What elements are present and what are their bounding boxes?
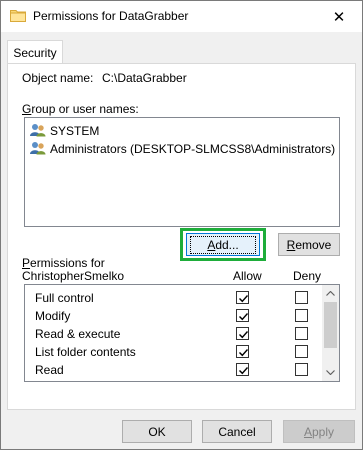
permission-name: Read & execute xyxy=(35,327,121,341)
object-name-label: Object name: xyxy=(22,71,94,85)
window-title: Permissions for DataGrabber xyxy=(33,9,189,23)
add-button-label: Add... xyxy=(190,235,256,254)
group-name: Administrators (DESKTOP-SLMCSS8\Administ… xyxy=(50,142,336,156)
permissions-label-line2: ChristopherSmelko xyxy=(22,269,125,283)
deny-checkbox[interactable] xyxy=(295,291,308,304)
permission-row: Full control xyxy=(25,289,323,307)
allow-checkbox[interactable] xyxy=(236,309,249,322)
permission-name: Modify xyxy=(35,309,71,323)
allow-checkbox[interactable] xyxy=(236,345,249,358)
deny-checkbox[interactable] xyxy=(295,309,308,322)
permissions-label-line1: Permissions for xyxy=(22,256,105,270)
permissions-list[interactable]: Full control Modify Read & execute List fol… xyxy=(24,284,340,382)
close-icon: ✕ xyxy=(332,8,346,26)
list-item[interactable]: SYSTEM xyxy=(29,122,99,140)
deny-checkbox[interactable] xyxy=(295,363,308,376)
allow-checkbox[interactable] xyxy=(236,291,249,304)
group-name: SYSTEM xyxy=(50,124,100,138)
scroll-up-icon[interactable] xyxy=(322,285,339,302)
title-bar: Permissions for DataGrabber ✕ xyxy=(1,1,362,32)
allow-checkbox[interactable] xyxy=(236,327,249,340)
apply-button-label: Apply xyxy=(303,424,335,439)
permission-row: Read xyxy=(25,361,323,379)
add-button[interactable]: Add... xyxy=(186,233,260,256)
close-button[interactable]: ✕ xyxy=(316,1,362,32)
deny-checkbox[interactable] xyxy=(295,381,308,382)
users-icon xyxy=(29,123,50,140)
apply-button[interactable]: Apply xyxy=(283,420,355,443)
allow-header: Allow xyxy=(233,269,262,283)
allow-checkbox[interactable] xyxy=(236,363,249,376)
permission-name: Full control xyxy=(35,291,94,305)
security-panel: Object name: C:\DataGrabber Group or use… xyxy=(7,63,356,410)
object-name-value: C:\DataGrabber xyxy=(102,71,187,85)
permission-row: Modify xyxy=(25,307,323,325)
deny-header: Deny xyxy=(293,269,322,283)
permission-row: Read & execute xyxy=(25,325,323,343)
permissions-dialog: Permissions for DataGrabber ✕ Security O… xyxy=(0,0,363,450)
folder-icon xyxy=(10,9,26,22)
scroll-thumb[interactable] xyxy=(324,302,337,348)
scrollbar[interactable] xyxy=(322,285,339,381)
allow-checkbox[interactable] xyxy=(236,381,249,382)
list-item[interactable]: Administrators (DESKTOP-SLMCSS8\Administ… xyxy=(29,140,335,158)
tab-security[interactable]: Security xyxy=(7,40,63,64)
users-icon xyxy=(29,141,50,158)
permission-name: List folder contents xyxy=(35,345,136,359)
deny-checkbox[interactable] xyxy=(295,345,308,358)
remove-button[interactable]: Remove xyxy=(278,233,340,256)
group-list[interactable]: SYSTEM Administrators (DESKTOP-SLMCSS8\A… xyxy=(24,117,340,227)
deny-checkbox[interactable] xyxy=(295,327,308,340)
group-names-label: Group or user names: xyxy=(22,102,139,116)
remove-button-label: Remove xyxy=(286,237,332,252)
scroll-down-icon[interactable] xyxy=(322,364,339,381)
ok-button[interactable]: OK xyxy=(122,420,192,443)
cancel-button[interactable]: Cancel xyxy=(202,420,272,443)
permission-row xyxy=(25,379,323,382)
permission-row: List folder contents xyxy=(25,343,323,361)
permission-name: Read xyxy=(35,363,64,377)
